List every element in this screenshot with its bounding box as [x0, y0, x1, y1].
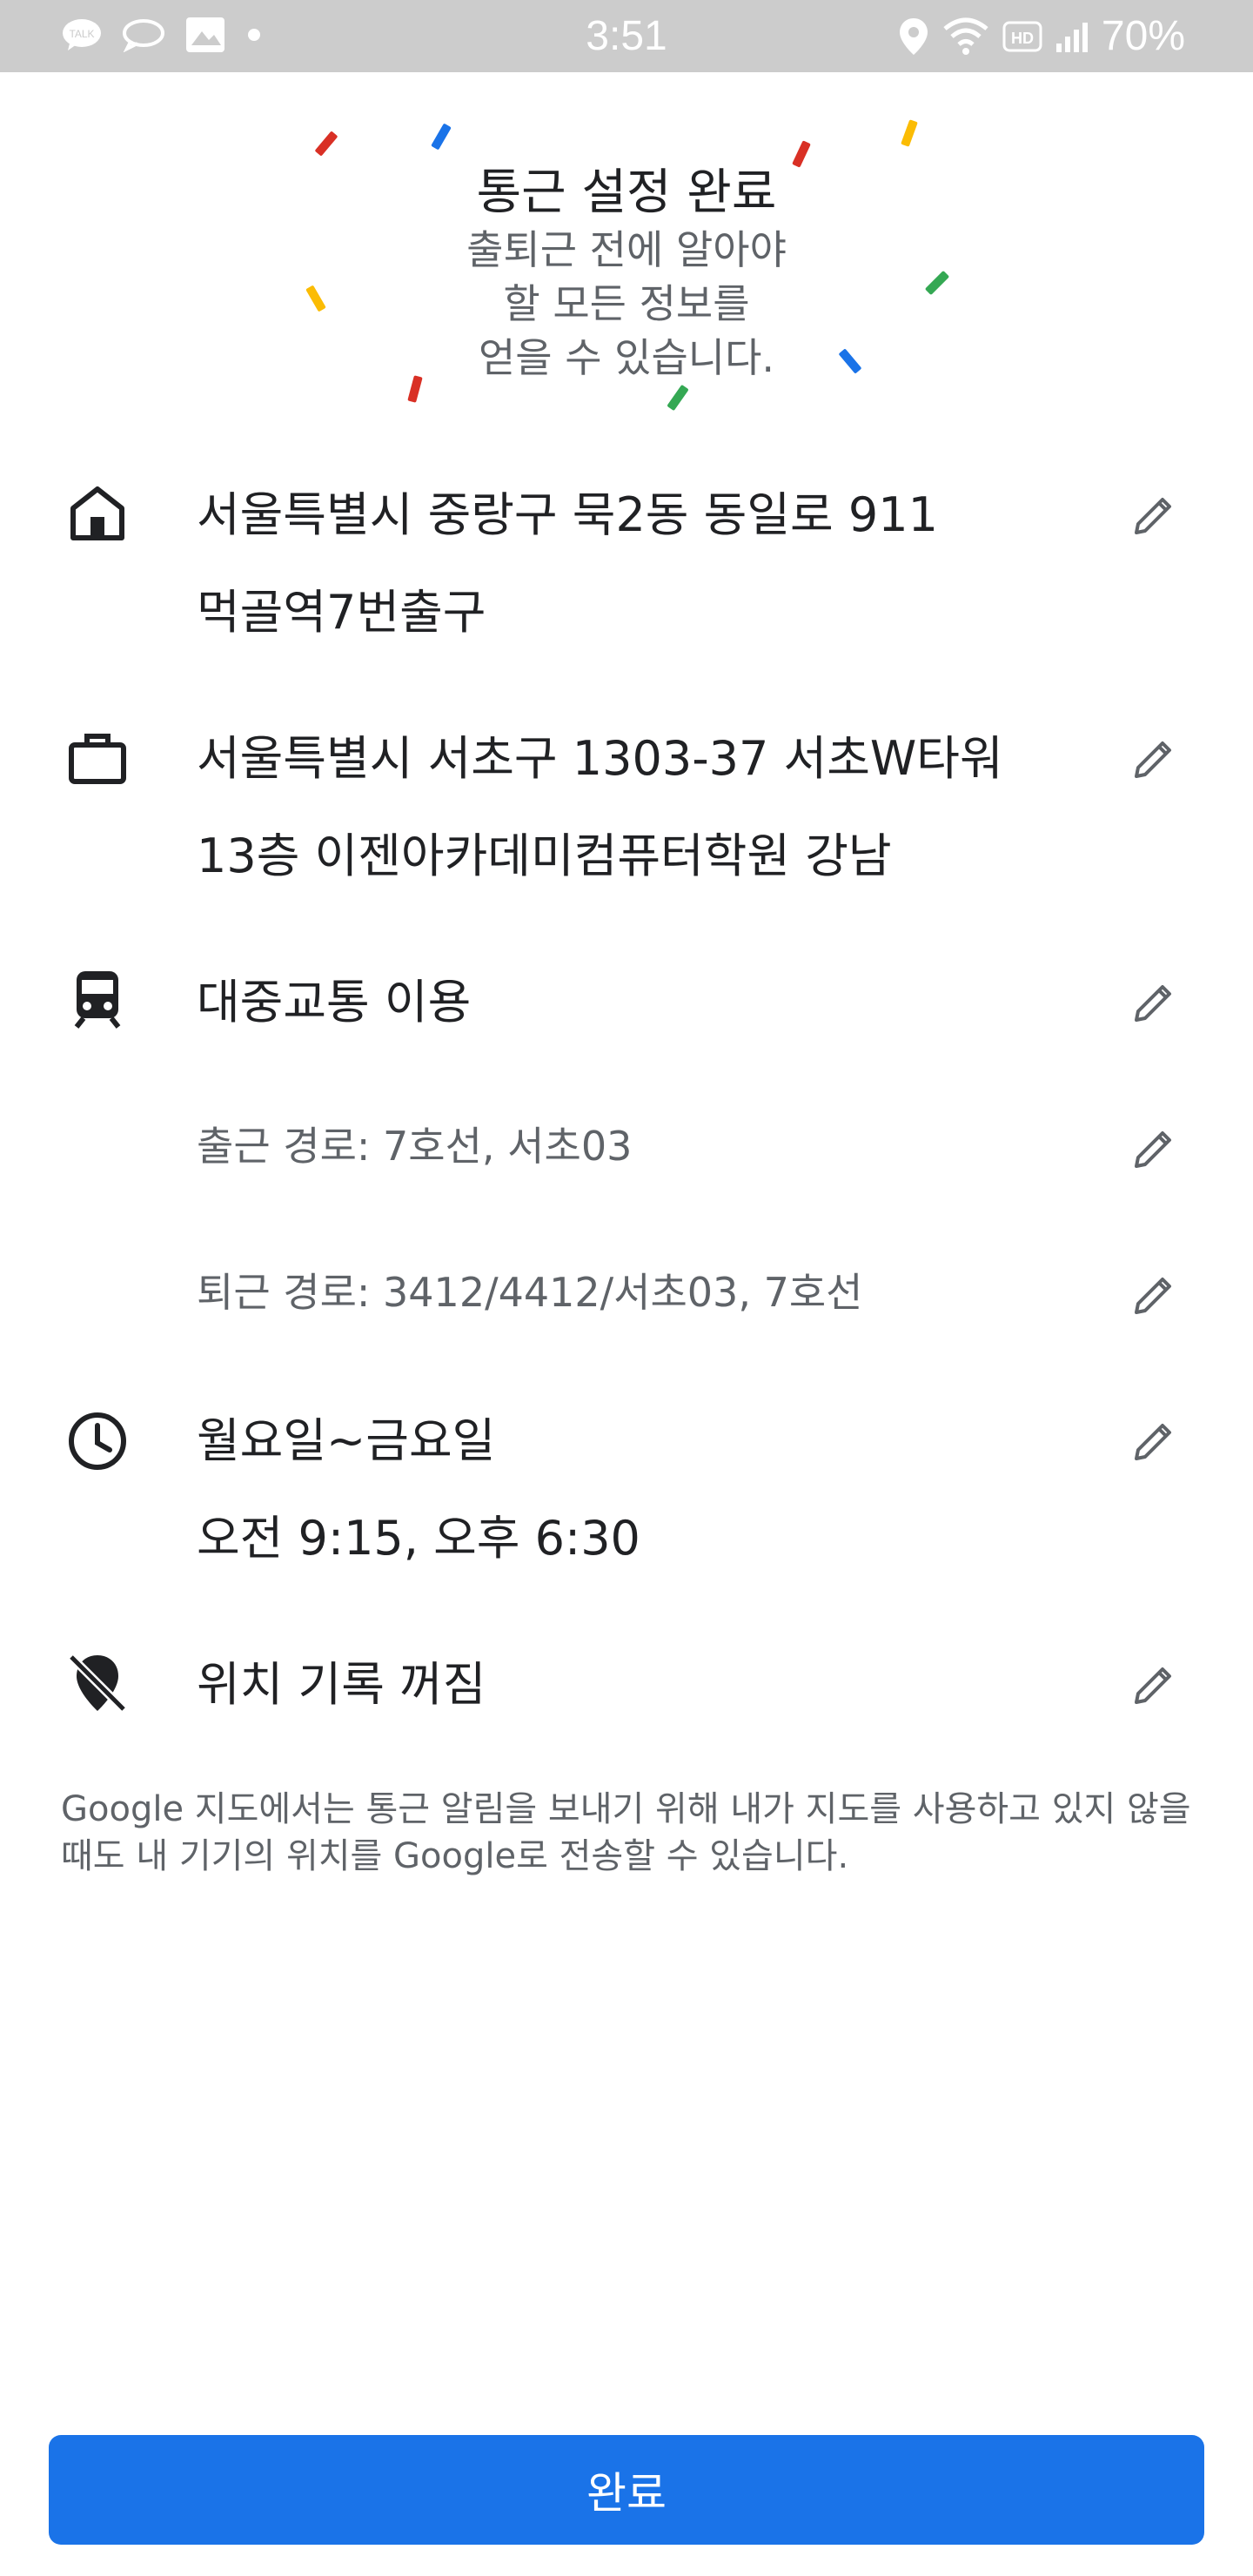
briefcase-icon — [69, 734, 126, 784]
done-button[interactable]: 완료 — [49, 2435, 1204, 2545]
subtitle-line: 할 모든 정보를 — [503, 280, 750, 327]
schedule-days: 월요일~금요일 — [197, 1413, 496, 1468]
schedule-times: 오전 9:15, 오후 6:30 — [197, 1511, 640, 1566]
transit-row: 대중교통 이용 — [0, 954, 1253, 1051]
work-address: 서울특별시 서초구 1303-37 서초W타워 13층 이젠아카데미컴퓨터학원 … — [197, 710, 1067, 905]
home-row: 서울특별시 중랑구 묵2동 동일로 911 먹골역7번출구 — [0, 466, 1253, 684]
work-address-line1: 서울특별시 서초구 1303-37 서초W타워 — [197, 731, 1003, 786]
edit-work-button[interactable] — [1129, 735, 1178, 783]
subtitle-line: 얻을 수 있습니다. — [478, 334, 775, 381]
edit-schedule-button[interactable] — [1129, 1417, 1178, 1466]
subtitle-line: 출퇴근 전에 알아야 — [466, 226, 787, 273]
header: 통근 설정 완료 출퇴근 전에 알아야 할 모든 정보를 얻을 수 있습니다. — [0, 104, 1253, 435]
location-off-icon — [68, 1654, 127, 1713]
home-address-line2: 먹골역7번출구 — [197, 585, 486, 640]
location-icon — [899, 17, 928, 55]
edit-location-history-button[interactable] — [1129, 1660, 1178, 1709]
signal-icon — [1055, 22, 1088, 52]
battery-percent: 70% — [1101, 13, 1185, 59]
edit-route-to-home-button[interactable] — [1129, 1271, 1178, 1319]
confetti-piece — [924, 270, 950, 296]
confetti-piece — [431, 123, 452, 151]
hd-icon: HD — [1002, 21, 1042, 51]
confetti-piece — [305, 285, 326, 312]
clock-icon — [69, 1412, 126, 1470]
work-row: 서울특별시 서초구 1303-37 서초W타워 13층 이젠아카데미컴퓨터학원 … — [0, 710, 1253, 928]
home-address-line1: 서울특별시 중랑구 묵2동 동일로 911 — [197, 487, 938, 542]
route-to-home-row: 퇴근 경로: 3412/4412/서초03, 7호선 — [0, 1262, 1253, 1323]
status-bar: TALK 3:51 HD 70% — [0, 0, 1253, 72]
location-history-label: 위치 기록 꺼짐 — [197, 1657, 486, 1712]
page-title: 통근 설정 완료 — [476, 164, 777, 221]
home-icon — [70, 486, 124, 540]
location-sharing-note: Google 지도에서는 통근 알림을 보내기 위해 내가 지도를 사용하고 있… — [61, 1789, 1191, 1876]
wifi-icon — [943, 17, 988, 55]
edit-route-to-work-button[interactable] — [1129, 1124, 1178, 1173]
location-history-row: 위치 기록 꺼짐 — [0, 1636, 1253, 1734]
confetti-piece — [901, 119, 918, 147]
schedule-text: 월요일~금요일 오전 9:15, 오후 6:30 — [197, 1392, 1067, 1587]
route-to-home: 퇴근 경로: 3412/4412/서초03, 7호선 — [197, 1269, 863, 1316]
status-right: HD 70% — [898, 12, 1185, 60]
confetti-piece — [667, 384, 689, 412]
home-address: 서울특별시 중랑구 묵2동 동일로 911 먹골역7번출구 — [197, 466, 1067, 661]
route-to-work: 출근 경로: 7호선, 서초03 — [197, 1123, 633, 1170]
route-to-work-row: 출근 경로: 7호선, 서초03 — [0, 1116, 1253, 1177]
page-subtitle: 출퇴근 전에 알아야 할 모든 정보를 얻을 수 있습니다. — [409, 223, 844, 385]
train-icon — [74, 971, 121, 1029]
edit-home-button[interactable] — [1129, 491, 1178, 540]
schedule-row: 월요일~금요일 오전 9:15, 오후 6:30 — [0, 1392, 1253, 1610]
edit-transit-button[interactable] — [1129, 978, 1178, 1027]
transit-label: 대중교통 이용 — [197, 975, 472, 1030]
work-address-line2: 13층 이젠아카데미컴퓨터학원 강남 — [197, 828, 892, 883]
svg-text:HD: HD — [1011, 30, 1034, 47]
